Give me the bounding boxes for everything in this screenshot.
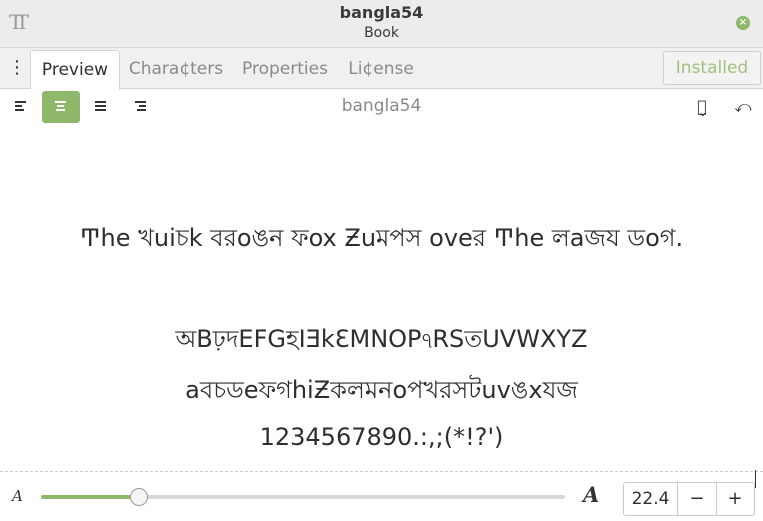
increase-size-button[interactable]: + [716, 483, 754, 515]
compare-fonts-icon[interactable]: ৱ̬ [692, 96, 712, 118]
window-title: bangla54 [339, 3, 424, 22]
text-caret [755, 470, 756, 488]
font-size-input[interactable]: 22.4 [624, 483, 678, 515]
tab-properties[interactable]: Properties [238, 50, 332, 88]
font-size-slider[interactable] [41, 488, 565, 506]
preview-font-name: bangla54 [341, 96, 422, 116]
preview-lowercase: aবচডeফগhiƵকলমনoপখরসটuvঙxযজ [185, 376, 578, 404]
close-icon[interactable]: × [736, 16, 750, 30]
large-size-icon: A [583, 482, 600, 507]
decrease-size-button[interactable]: − [678, 483, 717, 515]
preview-pangram: Ͳhe খuiচk বরoঙন ফox Ƶuমপস oveর Ͳhe লaজয … [79, 224, 684, 252]
bottom-separator [0, 471, 763, 472]
slider-fill [41, 495, 139, 499]
title-bar: TT bangla54 Book × [0, 0, 763, 48]
window-subtitle: Book [364, 25, 399, 41]
preview-digits: 1234567890.:,;(*!?') [259, 423, 504, 451]
preview-uppercase: অBঢ়দEFGহIƎkƐMNOPঀRSতUVWXYZ [175, 325, 588, 353]
small-size-icon: A [12, 487, 23, 505]
font-size-spinbox: 22.4 − + [623, 482, 755, 516]
tab-preview[interactable]: Preview [30, 50, 120, 90]
menu-dots-icon[interactable]: ⋮ [8, 56, 26, 80]
tab-license[interactable]: Li¢ense [346, 50, 416, 88]
tab-bar: ⋮ Preview Chara¢ters Properties Li¢ense … [0, 48, 763, 90]
slider-thumb[interactable] [130, 488, 149, 506]
tab-characters[interactable]: Chara¢ters [128, 50, 224, 88]
undo-icon[interactable]: ⤺ [733, 96, 753, 118]
installed-button[interactable]: Installed [663, 51, 761, 85]
